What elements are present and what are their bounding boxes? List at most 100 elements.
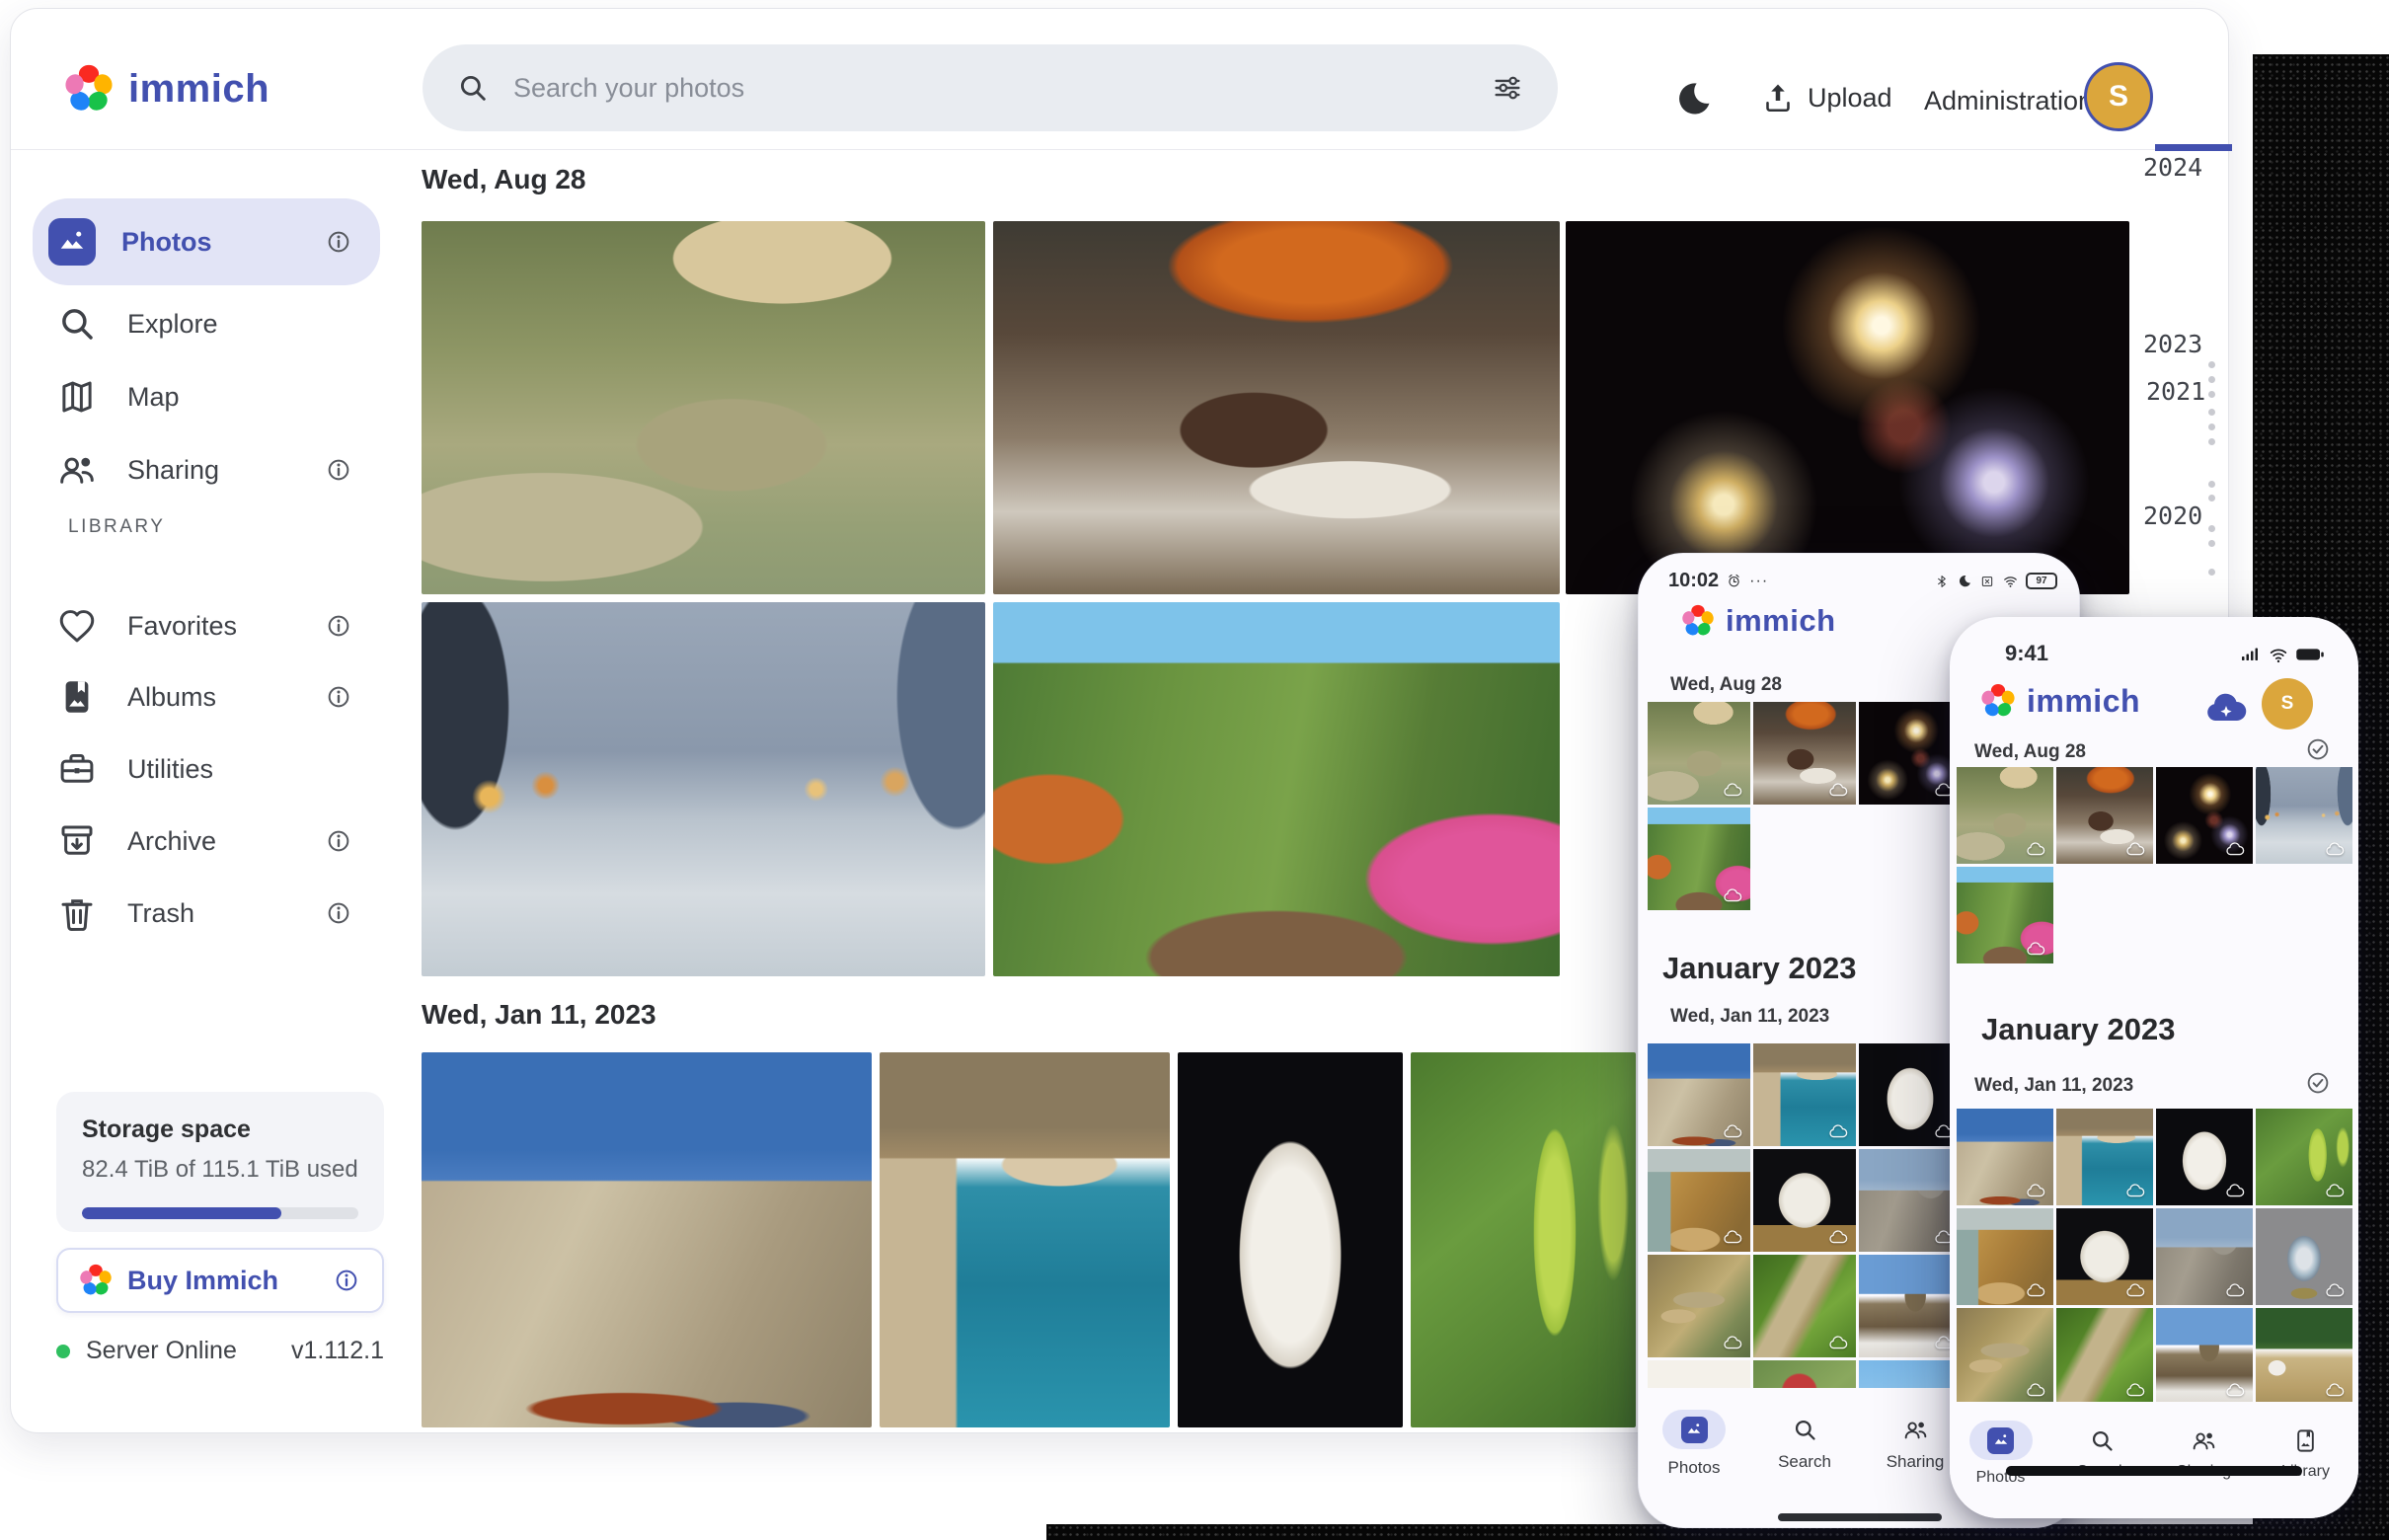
photos-icon [1987,1427,2014,1454]
thumb-photo[interactable] [1859,1360,1962,1388]
cloud-sync-icon [2025,841,2046,858]
info-icon[interactable] [323,681,354,713]
app-logo[interactable]: immich [62,62,270,116]
sidebar-item-label: Photos [121,227,212,258]
theme-toggle-moon-icon[interactable] [1671,78,1715,121]
thumb-coastal-town[interactable] [2056,1109,2153,1205]
thumb-castle-ruins[interactable] [2156,1208,2253,1305]
thumb-snowy-village[interactable] [2156,1308,2253,1405]
photo-fortress-wall[interactable] [422,1052,872,1427]
server-online-dot [56,1345,70,1358]
nav-photos[interactable]: Photos [1950,1402,2051,1518]
info-icon[interactable] [323,454,354,486]
info-icon[interactable] [323,610,354,642]
thumb-snowy-village[interactable] [1859,1255,1962,1357]
alarm-icon [1726,573,1742,589]
backup-cloud-icon[interactable] [2202,688,2250,728]
active-nav-pill [1662,1410,1726,1449]
thumb-fireworks[interactable] [1859,702,1962,805]
sidebar-item-utilities[interactable]: Utilities [33,733,380,805]
timeline-tick [2208,361,2215,368]
home-indicator[interactable] [2006,1466,2302,1476]
thumb-lizard-moss[interactable] [1753,1255,1856,1357]
nav-search[interactable]: Search [1749,1391,1860,1528]
photo-zoo-monkeys[interactable] [422,221,985,594]
upload-button[interactable]: Upload [1760,80,1892,116]
thumb-beach-cliff[interactable] [1957,1208,2053,1305]
nav-sharing[interactable]: Sharing [2153,1402,2255,1518]
home-indicator[interactable] [1778,1513,1942,1521]
search-filters-icon[interactable] [1491,71,1524,105]
thumb-autumn-path[interactable] [1648,808,1750,910]
thumb-beach-cliff[interactable] [1648,1149,1750,1252]
thumb-zoo-monkeys[interactable] [1957,767,2053,864]
thumb-holding-hands[interactable] [2256,767,2352,864]
thumb-dinner-table[interactable] [2056,767,2153,864]
sidebar-item-sharing[interactable]: Sharing [33,434,380,505]
timeline-year[interactable]: 2024 [2143,153,2202,182]
storage-space-card: Storage space 82.4 TiB of 115.1 TiB used [56,1092,384,1232]
timeline-year[interactable]: 2023 [2143,330,2202,358]
thumb-dinner-table[interactable] [1753,702,1856,805]
immich-flower-icon [1680,603,1716,639]
select-all-check-icon[interactable] [2303,734,2333,764]
photo-sea-grapes[interactable] [1411,1052,1636,1427]
wifi-icon [2268,644,2289,665]
timeline-position-indicator[interactable] [2155,144,2232,151]
administration-link[interactable]: Administration [1924,86,2093,116]
thumb-silver-ornament[interactable] [2256,1208,2352,1305]
thumb-photo[interactable] [1753,1360,1856,1388]
thumb-marble-sculpture[interactable] [2056,1208,2153,1305]
timeline-year[interactable]: 2021 [2146,377,2205,406]
storage-progress-fill [82,1207,281,1219]
nav-photos[interactable]: Photos [1639,1391,1749,1528]
sidebar-item-label: Sharing [127,455,219,486]
thumb-sea-grapes[interactable] [2256,1109,2352,1205]
user-avatar[interactable]: S [2262,678,2313,730]
nav-search[interactable]: Search [2051,1402,2153,1518]
timeline-tick [2208,569,2215,576]
sidebar-item-trash[interactable]: Trash [33,878,380,949]
photo-coastal-town[interactable] [880,1052,1170,1427]
info-icon[interactable] [323,226,354,258]
app-logo-text: immich [1726,603,1836,639]
thumb-farm-field[interactable] [2256,1308,2352,1405]
sidebar-item-explore[interactable]: Explore [33,288,380,359]
thumb-fortress-wall[interactable] [1648,1043,1750,1146]
thumb-lizard-moss[interactable] [2056,1308,2153,1405]
buy-immich-button[interactable]: Buy Immich [56,1248,384,1313]
sidebar-item-map[interactable]: Map [33,361,380,432]
thumb-marble-sculpture[interactable] [1753,1149,1856,1252]
thumb-castle-ruins[interactable] [1859,1149,1962,1252]
search-input[interactable] [513,73,1467,104]
photo-autumn-path[interactable] [993,602,1560,976]
sidebar-item-archive[interactable]: Archive [33,806,380,877]
info-icon[interactable] [331,1265,362,1296]
timeline-year[interactable]: 2020 [2143,501,2202,530]
sidebar-item-favorites[interactable]: Favorites [33,590,380,661]
nav-library[interactable]: Library [2255,1402,2356,1518]
photo-fireworks[interactable] [1566,221,2129,594]
trash-icon [56,892,98,934]
thumb-autumn-path[interactable] [1957,867,2053,963]
thumb-fireworks[interactable] [2156,767,2253,864]
thumb-lizard-rocks[interactable] [1957,1308,2053,1405]
photo-holding-hands[interactable] [422,602,985,976]
server-status-text: Server Online [86,1337,237,1365]
info-icon[interactable] [323,897,354,929]
user-avatar[interactable]: S [2084,62,2153,131]
info-icon[interactable] [323,825,354,857]
sidebar-item-photos[interactable]: Photos [33,198,380,285]
sidebar-item-albums[interactable]: Albums [33,661,380,732]
thumb-coastal-town[interactable] [1753,1043,1856,1146]
thumb-lizard-rocks[interactable] [1648,1255,1750,1357]
thumb-marble-bust[interactable] [2156,1109,2253,1205]
photo-marble-bust[interactable] [1178,1052,1403,1427]
thumb-photo[interactable] [1648,1360,1750,1388]
thumb-fortress-wall[interactable] [1957,1109,2053,1205]
search-bar[interactable] [423,44,1558,131]
select-all-check-icon[interactable] [2303,1068,2333,1098]
thumb-marble-bust[interactable] [1859,1043,1962,1146]
photo-dinner-table[interactable] [993,221,1560,594]
thumb-zoo-monkeys[interactable] [1648,702,1750,805]
